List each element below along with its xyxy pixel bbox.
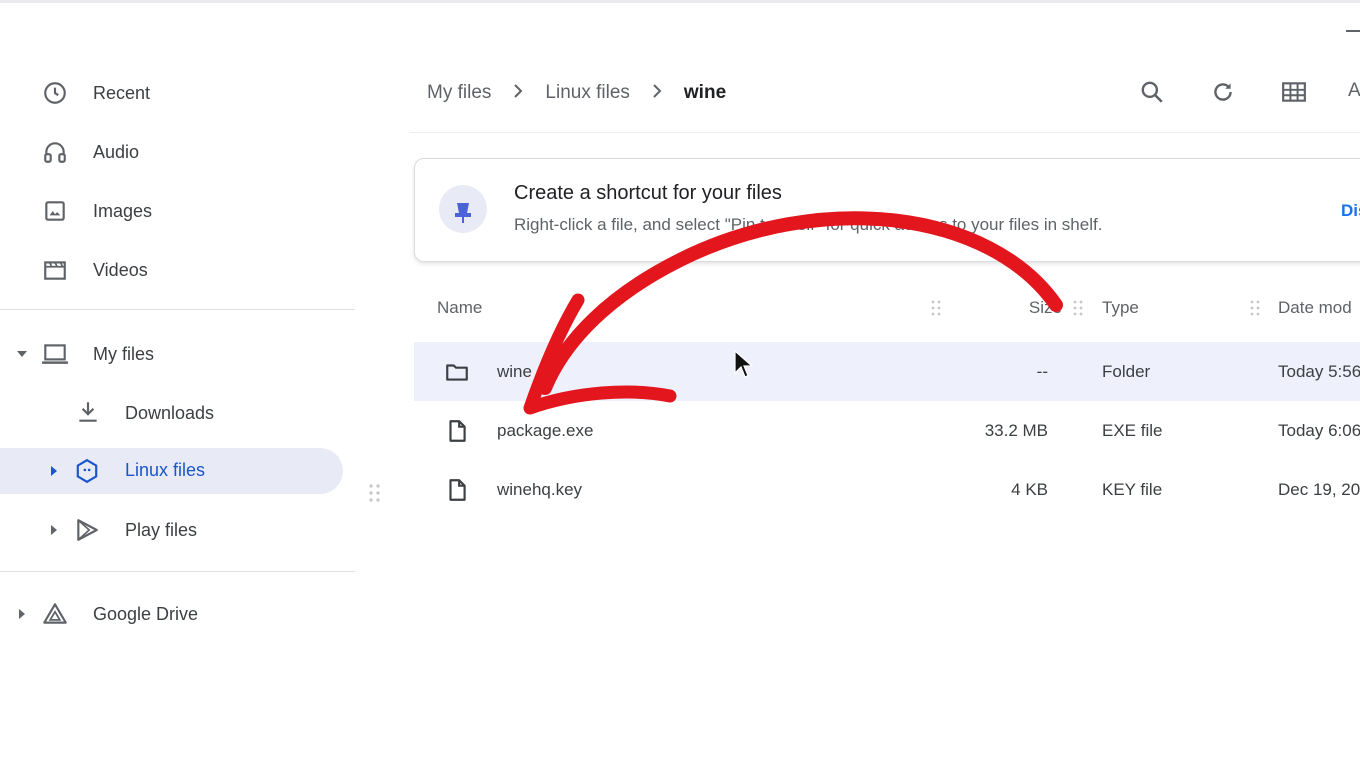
column-header-type[interactable]: Type [1102,298,1139,318]
banner-title: Create a shortcut for your files [514,182,782,204]
file-date: Dec 19, 20 [1278,480,1360,499]
sidebar-item-label: Recent [93,82,151,103]
file-type: KEY file [1102,480,1163,499]
file-size: -- [1036,362,1048,381]
minimize-button[interactable] [1346,30,1360,32]
sidebar-item-label: Downloads [125,402,215,423]
sidebar: Recent Audio Images Videos My files Down… [0,0,355,765]
file-name: winehq.key [497,480,583,499]
table-row[interactable]: package.exe 33.2 MB EXE file Today 6:06 [414,401,1360,460]
sidebar-divider [0,571,355,572]
banner-text: Right-click a file, and select "Pin to s… [514,215,1103,234]
column-header-size[interactable]: Size [954,298,1062,318]
grid-view-icon [1282,82,1306,102]
expand-caret-icon[interactable] [48,465,60,477]
sidebar-item-label: Videos [93,259,148,280]
sidebar-item-audio[interactable]: Audio [0,130,300,174]
file-type: EXE file [1102,421,1163,440]
file-size: 33.2 MB [984,421,1048,440]
dismiss-button[interactable]: Dis [1341,201,1360,221]
mouse-cursor-icon [734,350,753,378]
column-header-name[interactable]: Name [437,298,482,318]
image-icon [41,197,69,225]
refresh-icon [1214,83,1232,101]
column-resize-handle[interactable] [1072,299,1084,317]
sidebar-item-linux-files[interactable]: Linux files [0,448,343,494]
shortcut-banner: Create a shortcut for your files Right-c… [414,158,1360,262]
sidebar-item-google-drive[interactable]: Google Drive [0,592,300,636]
sidebar-item-label: Audio [93,141,140,162]
file-name: package.exe [497,421,594,440]
chevron-right-icon [652,82,662,104]
column-header-date[interactable]: Date mod [1278,298,1352,318]
column-resize-handle[interactable] [1249,299,1261,317]
file-date: Today 6:06 [1278,421,1360,440]
folder-icon [444,359,470,385]
play-store-icon [73,516,101,544]
expand-caret-icon[interactable] [48,524,60,536]
sidebar-item-downloads[interactable]: Downloads [0,391,300,435]
pin-icon [439,185,487,233]
table-row[interactable]: wine -- Folder Today 5:56 [414,342,1360,401]
breadcrumb-linux-files[interactable]: Linux files [545,82,630,104]
sidebar-item-label: My files [93,343,155,364]
video-icon [41,256,69,284]
file-type: Folder [1102,362,1151,381]
expand-caret-icon[interactable] [16,348,28,360]
sidebar-resize-handle[interactable] [368,482,382,504]
sidebar-item-label: Play files [125,519,198,540]
clock-icon [41,79,69,107]
download-icon [74,398,102,426]
file-name: wine [497,362,532,381]
grid-view-button[interactable] [1278,76,1310,108]
drive-icon [41,600,69,628]
file-date: Today 5:56 [1278,362,1360,381]
sidebar-divider [0,309,355,310]
sidebar-item-play-files[interactable]: Play files [0,508,300,552]
expand-caret-icon[interactable] [16,608,28,620]
sidebar-item-label: Google Drive [93,603,199,624]
laptop-icon [41,340,69,368]
breadcrumb: My files Linux files wine [427,78,726,108]
file-icon [444,477,470,503]
search-icon [1141,81,1163,103]
chevron-right-icon [513,82,523,104]
column-resize-handle[interactable] [930,299,942,317]
file-icon [444,418,470,444]
sidebar-item-videos[interactable]: Videos [0,248,300,292]
refresh-button[interactable] [1207,76,1239,108]
table-row[interactable]: winehq.key 4 KB KEY file Dec 19, 20 [414,460,1360,519]
sidebar-item-label: Images [93,200,153,221]
headphones-icon [41,138,69,166]
penguin-icon [73,457,101,485]
breadcrumb-current: wine [683,82,727,103]
sidebar-item-recent[interactable]: Recent [0,71,300,115]
toolbar-divider [410,132,1360,133]
file-size: 4 KB [1011,480,1048,499]
breadcrumb-my-files[interactable]: My files [427,82,491,104]
sort-button[interactable]: A [1348,80,1360,102]
sidebar-item-label: Linux files [125,459,206,480]
search-button[interactable] [1136,76,1168,108]
sidebar-item-my-files[interactable]: My files [0,332,300,376]
table-header: Name Size Type Date mod [414,290,1360,324]
sidebar-item-images[interactable]: Images [0,189,300,233]
